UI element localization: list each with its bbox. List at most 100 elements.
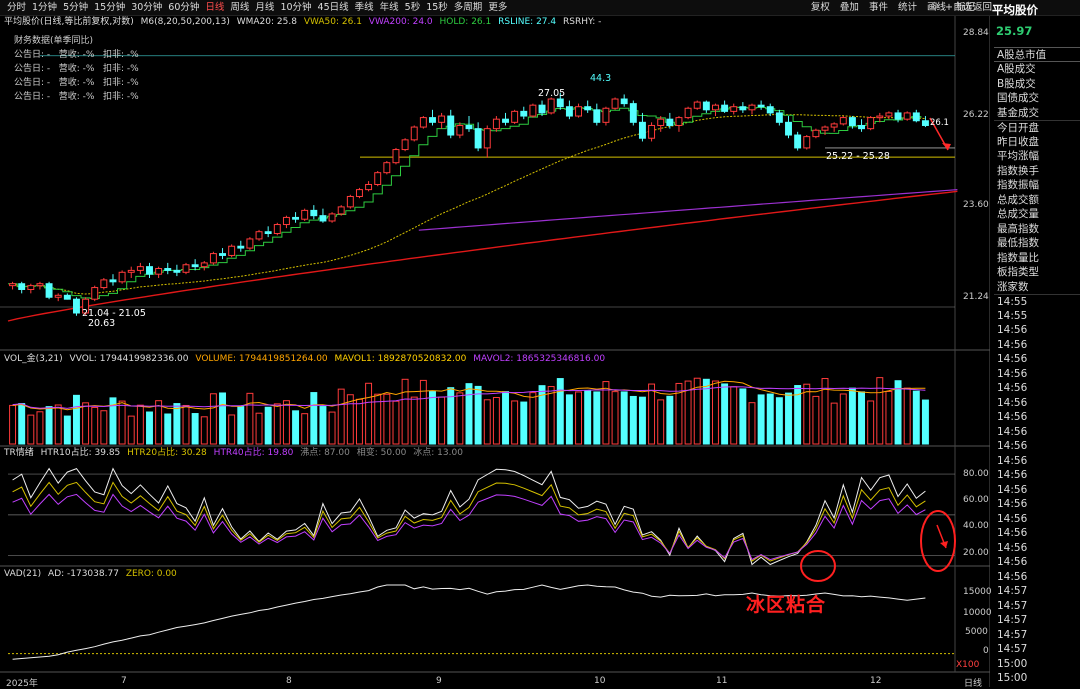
candle-body <box>273 224 281 235</box>
info-item[interactable]: 14:56 <box>994 526 1080 541</box>
info-item[interactable]: 总成交量 <box>994 207 1080 222</box>
x-tick: 9 <box>436 676 442 686</box>
candle-body <box>593 109 601 123</box>
vol-volume: VOLUME: 1794419851264.00 <box>195 354 328 364</box>
candle-body <box>337 206 345 215</box>
candle-body <box>401 139 409 151</box>
x-tick: 10 <box>594 676 606 686</box>
volume-bar <box>620 391 628 445</box>
info-item[interactable]: 14:57 <box>994 642 1080 657</box>
info-item[interactable]: 14:57 <box>994 584 1080 599</box>
volume-bar <box>565 394 573 445</box>
info-item[interactable]: 14:56 <box>994 439 1080 454</box>
volume-bar <box>18 403 26 445</box>
volume-bar <box>200 416 208 445</box>
candle-body <box>109 279 117 283</box>
info-item[interactable]: 14:56 <box>994 454 1080 469</box>
volume-bar <box>100 410 108 445</box>
candle-body <box>803 136 811 149</box>
candle-body <box>538 104 546 114</box>
volume-bar <box>429 390 436 445</box>
tr-mid: 相变: 50.00 <box>356 448 407 458</box>
info-item[interactable]: 14:56 <box>994 396 1080 411</box>
info-item[interactable]: 总成交额 <box>994 193 1080 208</box>
info-item[interactable]: 14:56 <box>994 323 1080 338</box>
info-item[interactable]: 14:56 <box>994 570 1080 585</box>
info-item[interactable]: 14:55 <box>994 309 1080 324</box>
info-item[interactable]: 14:56 <box>994 338 1080 353</box>
info-item[interactable]: 指数振幅 <box>994 178 1080 193</box>
info-item[interactable]: 最低指数 <box>994 236 1080 251</box>
chart-canvas[interactable] <box>0 0 990 687</box>
info-item[interactable]: B股成交 <box>994 77 1080 92</box>
volume-bar <box>155 400 163 445</box>
mid-range-label: 25.22 - 25.28 <box>826 151 890 162</box>
info-item[interactable]: 14:56 <box>994 468 1080 483</box>
candle-body <box>620 98 628 105</box>
info-item[interactable]: 14:56 <box>994 512 1080 527</box>
candle-body <box>483 128 491 149</box>
candle-body <box>136 266 144 271</box>
ice-zone-annotation: 冰区粘合 <box>746 594 827 616</box>
info-item[interactable]: A股成交 <box>994 62 1080 77</box>
candle-body <box>885 112 893 117</box>
volume-bar <box>72 394 80 445</box>
tr-htr20: HTR20占比: 30.28 <box>127 448 207 458</box>
info-item[interactable]: 指数换手 <box>994 164 1080 179</box>
volume-bar <box>301 413 309 445</box>
candle-body <box>392 149 400 164</box>
info-item[interactable]: 14:57 <box>994 613 1080 628</box>
info-item[interactable]: 14:56 <box>994 541 1080 556</box>
financial-data-panel: 财务数据(单季同比) 公告日: - 营收: -% 扣非: -% 公告日: - 营… <box>14 34 139 104</box>
legend-wma: WMA20: 25.8 <box>236 17 297 27</box>
x-tick: 7 <box>121 676 127 686</box>
volume-bar <box>483 399 491 445</box>
info-item[interactable]: 15:00 <box>994 657 1080 672</box>
x-tick: 8 <box>286 676 292 686</box>
info-item[interactable]: 最高指数 <box>994 222 1080 237</box>
candle-body <box>684 107 692 119</box>
candle-body <box>292 216 300 220</box>
info-item[interactable]: 14:56 <box>994 352 1080 367</box>
volume-bar <box>419 379 427 445</box>
candle-body <box>602 107 610 123</box>
info-item[interactable]: 15:00 <box>994 671 1080 686</box>
info-item[interactable]: 14:56 <box>994 497 1080 512</box>
info-item[interactable]: 14:56 <box>994 483 1080 498</box>
info-item[interactable]: 14:56 <box>994 555 1080 570</box>
volume-bar <box>748 402 756 445</box>
info-item[interactable]: 指数量比 <box>994 251 1080 266</box>
candle-body <box>146 266 153 275</box>
info-item[interactable]: 14:56 <box>994 425 1080 440</box>
info-item[interactable]: 14:56 <box>994 367 1080 382</box>
last-marker-label: 26.1 <box>930 118 949 128</box>
info-item[interactable]: 14:55 <box>994 294 1080 309</box>
candle-body <box>575 106 583 117</box>
info-item[interactable]: 板指类型 <box>994 265 1080 280</box>
candle-body <box>675 117 683 126</box>
candle-body <box>200 262 208 268</box>
info-item[interactable]: 国债成交 <box>994 91 1080 106</box>
info-item[interactable]: 昨日收盘 <box>994 135 1080 150</box>
candle-body <box>474 128 482 149</box>
info-item[interactable]: 14:57 <box>994 628 1080 643</box>
info-item[interactable]: 14:57 <box>994 599 1080 614</box>
candle-body <box>666 118 674 126</box>
volume-bar <box>657 399 665 445</box>
price-tick: 21.24 <box>963 292 989 302</box>
info-item[interactable]: 涨家数 <box>994 280 1080 295</box>
info-item[interactable]: 14:56 <box>994 410 1080 425</box>
info-item[interactable]: A股总市值 <box>994 47 1080 62</box>
candle-body <box>565 106 573 117</box>
candle-body <box>529 104 537 117</box>
legend-hold: HOLD: 26.1 <box>439 17 492 27</box>
info-item[interactable]: 平均涨幅 <box>994 149 1080 164</box>
candle-body <box>812 129 820 138</box>
candle-body <box>319 215 327 222</box>
volume-bar <box>173 403 181 445</box>
candle-body <box>18 283 26 290</box>
info-item[interactable]: 14:56 <box>994 381 1080 396</box>
candle-body <box>301 209 309 220</box>
info-item[interactable]: 今日开盘 <box>994 120 1080 135</box>
info-item[interactable]: 基金成交 <box>994 106 1080 121</box>
